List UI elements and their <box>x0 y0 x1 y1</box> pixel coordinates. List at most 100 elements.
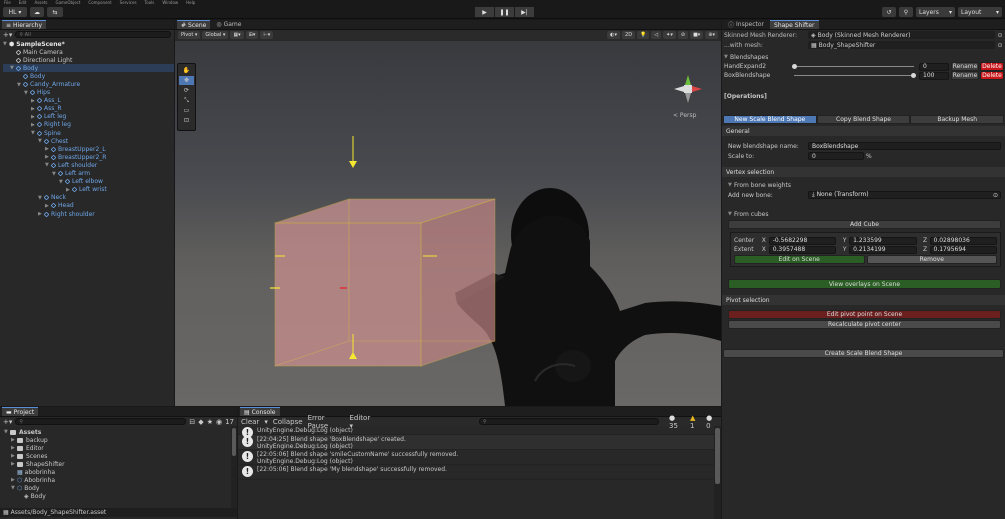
hierarchy-item[interactable]: Main Camera <box>3 48 174 56</box>
console-entry[interactable]: ! UnityEngine.Debug:Log (object) <box>238 426 714 438</box>
search-icon[interactable]: ⚲ <box>899 7 913 17</box>
hierarchy-item[interactable]: ▼ Body <box>3 64 174 73</box>
step-button[interactable]: ▶| <box>515 7 534 17</box>
project-item[interactable]: ◈ Body <box>4 492 231 500</box>
project-item[interactable]: ▶ backup <box>4 436 231 444</box>
play-button[interactable]: ▶ <box>475 7 494 17</box>
remove-cube-button[interactable]: Remove <box>866 255 997 264</box>
pause-button[interactable]: ❚❚ <box>495 7 514 17</box>
eye-icon[interactable]: ◉ <box>216 418 222 426</box>
extent-y-input[interactable]: 0.2134199 <box>849 245 917 254</box>
hierarchy-item[interactable]: ▶ Ass_R <box>3 105 174 113</box>
hierarchy-item[interactable]: ▼ Chest <box>3 137 174 145</box>
hierarchy-item[interactable]: ▼ Spine <box>3 129 174 137</box>
hand-tool-icon[interactable]: ✋ <box>179 66 194 75</box>
view-2d-toggle[interactable]: 2D <box>622 31 636 39</box>
slider-handle[interactable] <box>792 63 797 69</box>
hierarchy-item[interactable]: ▶ Left wrist <box>3 186 174 194</box>
scene-root[interactable]: ▼ ⬢ SampleScene* <box>3 40 174 48</box>
layers-dropdown[interactable]: Layers ▾ <box>916 7 955 17</box>
scrollbar-thumb[interactable] <box>232 428 236 456</box>
from-bone-foldout[interactable]: ▼ From bone weights <box>722 180 1005 190</box>
recalc-pivot-button[interactable]: Recalculate pivot center <box>728 320 1001 329</box>
op-tab-1[interactable]: Copy Blend Shape <box>816 115 911 124</box>
grid-snap-icon[interactable]: ▦▾ <box>230 31 244 39</box>
delete-button[interactable]: Delete <box>980 62 1004 71</box>
console-entry[interactable]: ! [22:04:25] Blend shape 'BoxBlendshape' … <box>238 435 714 450</box>
project-item[interactable]: ▶ ⬡ Abobrinha <box>4 476 231 484</box>
blendshape-slider[interactable] <box>792 63 916 71</box>
project-item[interactable]: ▶ Scenes <box>4 452 231 460</box>
orientation-gizmo[interactable] <box>674 75 702 103</box>
history-icon[interactable]: ↺ <box>882 7 896 17</box>
persp-label[interactable]: < Persp <box>673 112 697 119</box>
hierarchy-item[interactable]: ▶ Head <box>3 202 174 210</box>
hierarchy-item[interactable]: ▼ Left elbow <box>3 178 174 186</box>
project-item[interactable]: ▼ ⬡ Body <box>4 484 231 492</box>
slider-handle[interactable] <box>911 72 916 78</box>
view-overlays-button[interactable]: View overlays on Scene <box>728 279 1001 289</box>
create-scale-blendshape-button[interactable]: Create Scale Blend Shape <box>723 349 1004 358</box>
hierarchy-item[interactable]: ▶ Right shoulder <box>3 210 174 218</box>
star-icon[interactable]: ★ <box>207 418 213 426</box>
add-cube-button[interactable]: Add Cube <box>728 220 1001 229</box>
gizmos-icon[interactable]: ⊕▾ <box>705 31 718 39</box>
delete-button[interactable]: Delete <box>980 71 1004 80</box>
lighting-icon[interactable]: 💡 <box>637 31 650 39</box>
hierarchy-item[interactable]: Directional Light <box>3 56 174 64</box>
collab-icon[interactable]: ⇆ <box>47 7 63 17</box>
collapse-toggle[interactable]: Collapse <box>273 418 303 426</box>
blendshape-value-input[interactable]: 0 <box>919 62 949 71</box>
project-item[interactable]: ▦ abobrinha <box>4 468 231 476</box>
hierarchy-item[interactable]: ▶ Right leg <box>3 121 174 129</box>
hierarchy-item[interactable]: ▶ Left leg <box>3 113 174 121</box>
scene-viewport[interactable]: < Persp ✋ ✥ ⟳ ⤡ ▭ ⊡ <box>175 41 721 406</box>
console-entry[interactable]: ! [22:05:06] Blend shape 'smileCustomName… <box>238 450 714 465</box>
rename-button[interactable]: Rename <box>951 71 979 80</box>
chevron-down-icon[interactable]: ▾ <box>264 418 268 426</box>
new-name-input[interactable]: BoxBlendshape <box>808 142 1001 150</box>
draw-mode-icon[interactable]: ◐▾ <box>607 31 621 39</box>
hierarchy-item[interactable]: ▶ Ass_L <box>3 97 174 105</box>
blendshape-slider[interactable] <box>792 72 916 80</box>
filter-icon[interactable]: ⊟ <box>189 418 195 426</box>
snap-increment-icon[interactable]: ⊞▾ <box>245 31 259 39</box>
project-item[interactable]: ▶ ShapeShifter <box>4 460 231 468</box>
console-entry[interactable]: ! [22:05:06] Blend shape 'My blendshape' … <box>238 465 714 480</box>
hierarchy-item[interactable]: ▼ Hips <box>3 89 174 97</box>
smr-field[interactable]: ◈ Body (Skinned Mesh Renderer) <box>808 31 995 39</box>
hierarchy-item[interactable]: ▼ Left arm <box>3 170 174 178</box>
target-icon[interactable]: ⊙ <box>995 42 1005 49</box>
console-scrollbar[interactable] <box>714 426 721 519</box>
extent-x-input[interactable]: 0.3957488 <box>768 245 837 254</box>
project-scrollbar[interactable] <box>231 426 237 508</box>
center-y-input[interactable]: 1.233599 <box>849 236 917 245</box>
hierarchy-item[interactable]: ▶ BreastUpper2_L <box>3 145 174 153</box>
ruler-icon[interactable]: ⊢▾ <box>260 31 274 39</box>
hidden-objects-icon[interactable]: ⊘ <box>677 31 689 39</box>
tab-project[interactable]: ▬ Project <box>2 407 39 416</box>
chevron-right-icon[interactable]: ▶ <box>31 122 37 128</box>
global-dropdown[interactable]: Global ▾ <box>202 31 229 39</box>
cloud-icon[interactable]: ☁ <box>30 7 44 17</box>
hierarchy-item[interactable]: ▼ Left shoulder <box>3 161 174 169</box>
project-item[interactable]: ▶ Editor <box>4 444 231 452</box>
blendshapes-foldout[interactable]: ▼ Blendshapes <box>722 52 1005 62</box>
op-tab-2[interactable]: Backup Mesh <box>910 115 1005 124</box>
account-dropdown[interactable]: HL ▾ <box>3 7 27 17</box>
add-bone-field[interactable]: ⤓ None (Transform) ⊙ <box>808 191 1001 199</box>
tab-hierarchy[interactable]: ≡ Hierarchy <box>2 20 47 29</box>
op-tab-0[interactable]: New Scale Blend Shape <box>723 115 817 124</box>
scale-tool-icon[interactable]: ⤡ <box>179 96 194 105</box>
project-item[interactable]: ▼ Assets <box>4 428 231 436</box>
scrollbar-thumb[interactable] <box>715 428 720 484</box>
hierarchy-item[interactable]: ▶ BreastUpper2_R <box>3 153 174 161</box>
hierarchy-search-input[interactable]: ⚲ All <box>15 31 171 38</box>
pivot-dropdown[interactable]: Pivot ▾ <box>178 31 201 39</box>
clear-button[interactable]: Clear <box>241 418 259 426</box>
tab-scene[interactable]: # Scene <box>177 20 211 29</box>
hierarchy-item[interactable]: Body <box>3 72 174 80</box>
label-icon[interactable]: ◆ <box>198 418 203 426</box>
tab-game[interactable]: ◎ Game <box>212 20 245 29</box>
effects-icon[interactable]: ✦▾ <box>663 31 676 39</box>
